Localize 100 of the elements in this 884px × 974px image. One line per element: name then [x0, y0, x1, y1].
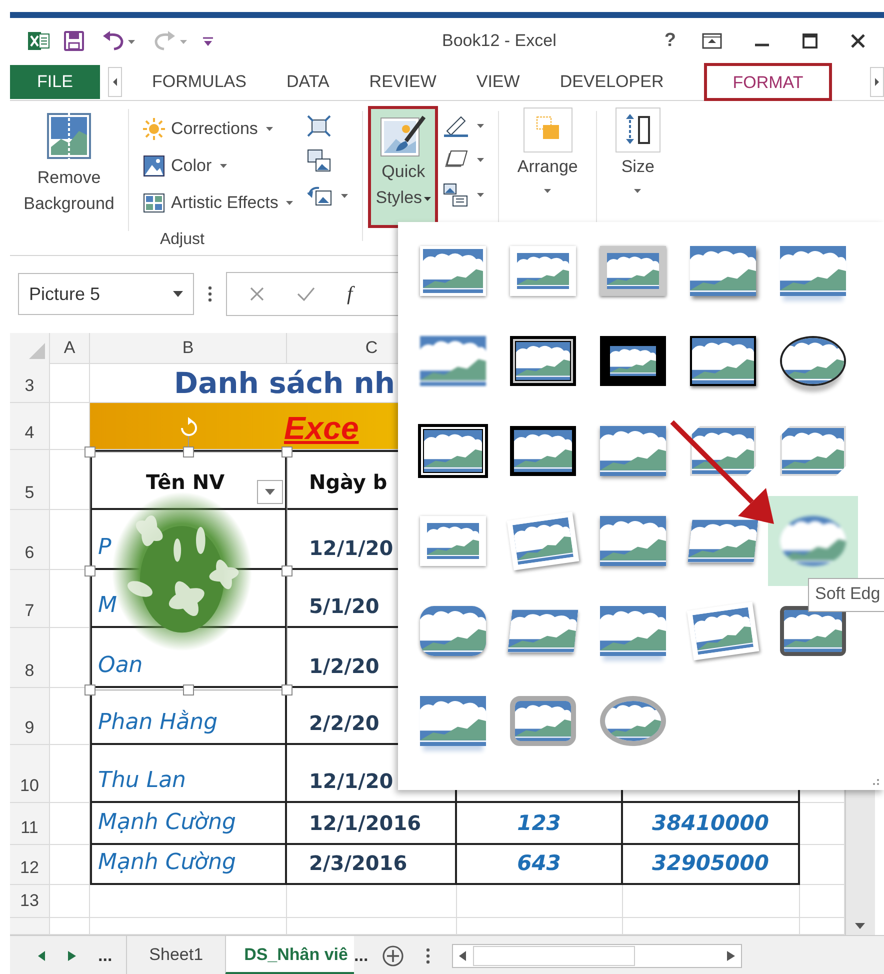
cell-text: 12/1/2016 [309, 811, 422, 835]
landscape-icon [782, 338, 844, 384]
image-grid-icon [143, 193, 165, 213]
ribbon-display-icon[interactable] [702, 33, 722, 49]
previous-sheet-icon[interactable] [38, 950, 46, 960]
arrange-button[interactable]: Arrange [507, 101, 588, 213]
cell-text: 2/3/2016 [309, 851, 408, 875]
insert-function-button[interactable]: f [347, 282, 353, 306]
row-header[interactable]: 7 [10, 570, 50, 628]
caret-icon [544, 189, 552, 193]
crop-size-icon [614, 107, 661, 153]
menu-button[interactable]: Corrections [143, 115, 294, 143]
scroll-left-icon[interactable] [459, 950, 468, 960]
more-sheets-button[interactable]: ... [354, 946, 368, 966]
splitter-icon[interactable] [208, 286, 212, 302]
landscape-icon [692, 338, 754, 384]
cell-text: 2/2/20 [309, 711, 380, 735]
row-header[interactable]: 11 [10, 803, 50, 845]
column-header[interactable]: A [50, 333, 90, 364]
sheet-title: Danh sách nh [174, 366, 396, 400]
close-icon[interactable] [850, 33, 866, 49]
cell-text: P [98, 535, 112, 560]
pen-border-icon[interactable] [443, 115, 470, 137]
name-box[interactable]: Picture 5 [18, 273, 194, 315]
cell-text: 123 [516, 811, 562, 835]
landscape-icon [517, 253, 569, 289]
spreadsheet-app-icon[interactable] [28, 30, 50, 52]
ribbon-tab[interactable]: REVIEW [349, 65, 456, 99]
tooltip: Soft Edg [808, 578, 884, 612]
landscape-icon [780, 246, 846, 296]
row-header[interactable]: 8 [10, 628, 50, 688]
check-icon[interactable] [297, 286, 315, 302]
change-picture-icon[interactable] [307, 149, 332, 173]
help-button[interactable]: ? [664, 30, 676, 52]
reset-picture-icon[interactable] [307, 185, 334, 207]
landscape-icon [690, 246, 756, 296]
table-cell [50, 803, 90, 845]
landscape-icon [605, 701, 661, 741]
landscape-icon [423, 249, 483, 293]
save-icon[interactable] [64, 31, 84, 51]
scroll-right-icon[interactable] [727, 950, 736, 960]
add-sheet-icon[interactable] [382, 944, 404, 966]
landscape-icon [780, 516, 846, 566]
sheet-tab[interactable]: DS_Nhân viê [225, 936, 354, 974]
undo-icon[interactable] [102, 31, 136, 51]
ribbon-tab[interactable]: FORMAT [706, 65, 830, 99]
ribbon-tab[interactable]: VIEW [456, 65, 540, 99]
row-header[interactable]: 6 [10, 510, 50, 570]
ribbon-tab[interactable]: FILE [10, 65, 100, 99]
maximize-icon[interactable] [802, 33, 818, 49]
cell-text: Mạnh Cường [98, 850, 236, 875]
landscape-icon [515, 701, 571, 741]
scroll-left-icon[interactable] [108, 67, 122, 97]
landscape-icon [784, 610, 842, 652]
banner-text: Exce [284, 410, 359, 447]
cell-text: 643 [516, 851, 562, 875]
size-button[interactable]: Size [604, 101, 671, 213]
row-header[interactable]: 4 [10, 403, 50, 450]
row-header[interactable]: 5 [10, 450, 50, 510]
ribbon-tab[interactable]: DEVELOPER [540, 65, 684, 99]
scroll-down-icon[interactable] [855, 923, 865, 929]
menu-button[interactable]: Artistic Effects [143, 189, 294, 217]
remove-background-icon [47, 113, 91, 159]
table-cell [50, 745, 90, 803]
caret-icon [265, 489, 275, 495]
cell-text: Tên NV [146, 470, 225, 494]
caret-icon [424, 196, 432, 201]
landscape-icon [692, 607, 754, 655]
ribbon-tab[interactable]: FORMULAS [132, 65, 266, 99]
resize-grip-icon[interactable] [872, 778, 880, 786]
more-sheets-button[interactable]: ... [98, 946, 112, 966]
scrollbar-thumb[interactable] [473, 946, 636, 966]
picture-layout-icon[interactable] [443, 183, 470, 207]
menu-button[interactable]: Color [143, 152, 294, 180]
scroll-right-icon[interactable] [870, 67, 884, 97]
landscape-icon [512, 517, 574, 565]
landscape-icon [420, 336, 486, 386]
filter-dropdown-button[interactable] [257, 480, 283, 504]
row-header[interactable]: 10 [10, 745, 50, 803]
group-label: Adjust [158, 231, 206, 250]
row-header[interactable]: 12 [10, 845, 50, 885]
next-sheet-icon[interactable] [68, 950, 76, 960]
table-cell [50, 885, 90, 918]
column-header[interactable]: B [90, 333, 287, 364]
window-title: Book12 - Excel [441, 31, 556, 51]
landscape-icon [692, 428, 754, 474]
splitter-icon[interactable] [426, 948, 430, 964]
landscape-icon [610, 346, 656, 376]
row-header[interactable]: 9 [10, 688, 50, 745]
remove-background-button[interactable]: Remove Background [10, 109, 128, 231]
horizontal-scrollbar[interactable] [452, 944, 742, 968]
ribbon-tab[interactable]: DATA [266, 65, 350, 99]
cell-text: 12/1/20 [309, 536, 394, 560]
landscape-icon [508, 610, 578, 652]
row-header[interactable]: 13 [10, 885, 50, 918]
quick-styles-button[interactable]: Quick Styles [371, 109, 436, 225]
cancel-icon[interactable] [249, 286, 265, 302]
compress-icon[interactable] [307, 115, 332, 137]
cell-text: 12/1/20 [309, 769, 394, 793]
row-header[interactable]: 3 [10, 363, 50, 403]
